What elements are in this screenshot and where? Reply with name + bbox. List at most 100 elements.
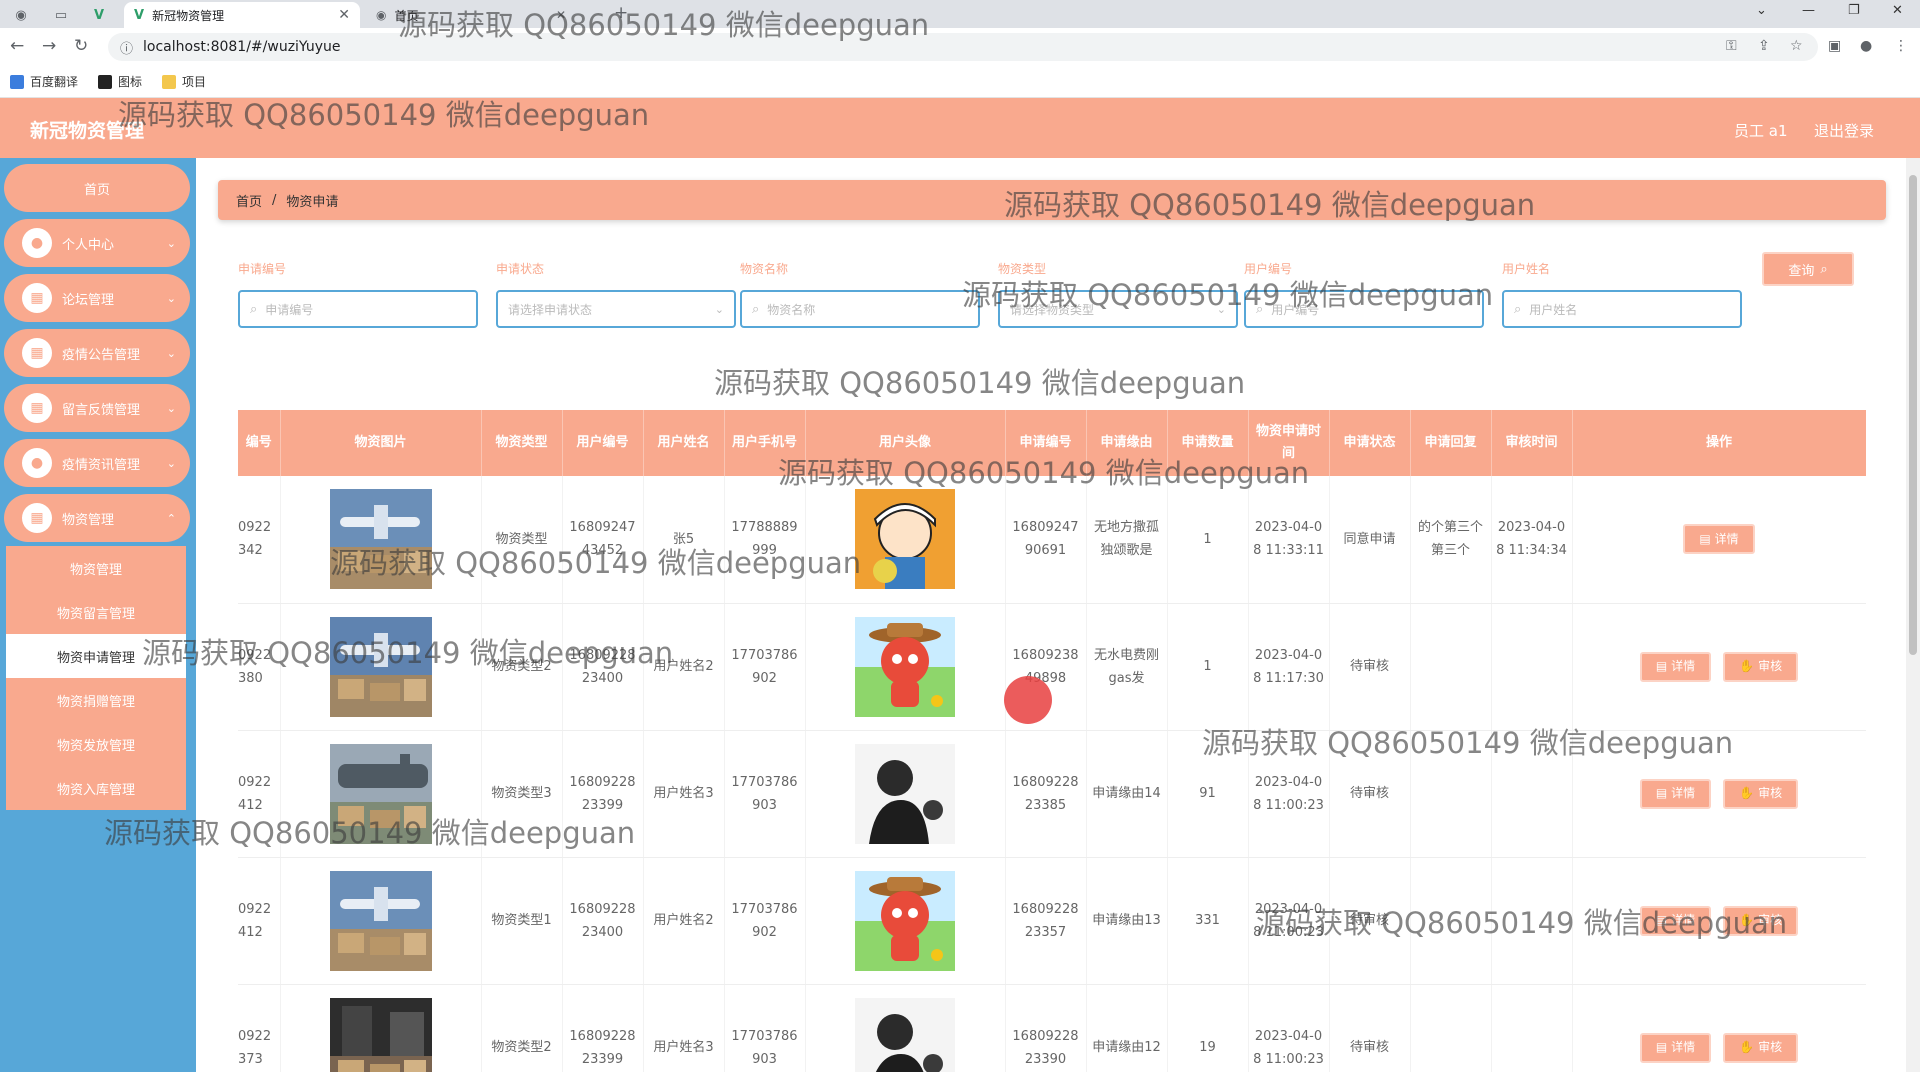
profile-icon[interactable]: ● — [1860, 38, 1872, 54]
column-header: 物资类型 — [481, 410, 563, 476]
key-icon[interactable]: ⚿ — [1726, 38, 1737, 54]
close-tab-icon[interactable]: ✕ — [338, 7, 350, 23]
url-input[interactable]: ⓘ localhost:8081/#/wuziYuyue — [108, 33, 1818, 61]
submenu-supplies[interactable]: 物资管理 — [6, 546, 186, 590]
detail-button[interactable]: ▤ 详情 — [1683, 524, 1755, 555]
sidebar-item-feedback[interactable]: ▦ 留言反馈管理 ⌄ — [4, 384, 190, 432]
close-window-button[interactable]: ✕ — [1892, 3, 1903, 18]
sidebar-item-notice[interactable]: ▦ 疫情公告管理 ⌄ — [4, 329, 190, 377]
cell-reply — [1410, 603, 1492, 731]
grid-icon: ▦ — [22, 503, 52, 533]
cell-id: 0922373 — [238, 984, 281, 1072]
submenu-supplies-message[interactable]: 物资留言管理 — [6, 590, 186, 634]
submenu-supplies-storage[interactable]: 物资入库管理 — [6, 766, 186, 810]
column-header: 申请回复 — [1410, 410, 1492, 476]
supply-name-input[interactable]: ⌕ 物资名称 — [740, 290, 980, 328]
grid-icon: ▦ — [22, 393, 52, 423]
detail-button[interactable]: ▤ 详情 — [1639, 1032, 1712, 1063]
more-menu-icon[interactable]: ⋮ — [1894, 38, 1908, 54]
audit-button[interactable]: ✋ 审核 — [1723, 1032, 1799, 1063]
apply-status-select[interactable]: 请选择申请状态 ⌄ — [496, 290, 736, 328]
supply-photo — [329, 870, 432, 971]
sidebar-item-forum[interactable]: ▦ 论坛管理 ⌄ — [4, 274, 190, 322]
cell-reason: 无地方撒孤独颂歌是 — [1086, 476, 1168, 604]
folder-icon — [162, 74, 177, 89]
sidebar-item-home[interactable]: 首页 — [4, 164, 190, 212]
detail-button[interactable]: ▤ 详情 — [1639, 778, 1712, 809]
search-icon: ⌕ — [752, 301, 760, 317]
back-icon[interactable]: ← — [10, 36, 24, 56]
sidebar-item-personal-center[interactable]: ● 个人中心 ⌄ — [4, 219, 190, 267]
cell-reason: 申请缘由12 — [1086, 984, 1168, 1072]
filter-label: 用户姓名 — [1502, 262, 1551, 276]
cell-reply: 的个第三个第三个 — [1410, 476, 1492, 604]
pinned-tab-icon[interactable]: V — [86, 4, 112, 26]
bookmark-item[interactable]: 项目 — [162, 73, 206, 90]
scrollbar-thumb[interactable] — [1909, 175, 1917, 655]
cell-apply-time: 2023-04-08 11:00:23 — [1248, 984, 1330, 1072]
user-avatar — [855, 489, 955, 590]
submenu-supplies-donate[interactable]: 物资捐赠管理 — [6, 678, 186, 722]
cell-user-name: 用户姓名2 — [643, 857, 725, 985]
restore-button[interactable]: ❐ — [1848, 3, 1860, 18]
cell-qty: 1 — [1167, 603, 1249, 731]
reload-icon[interactable]: ↻ — [74, 36, 88, 56]
share-icon[interactable]: ⇪ — [1758, 38, 1770, 54]
user-icon: ● — [22, 448, 52, 478]
sidebar-item-news[interactable]: ● 疫情资讯管理 ⌄ — [4, 439, 190, 487]
cell-apply-no: 1680922823357 — [1005, 857, 1087, 985]
query-button[interactable]: 查询 ⌕ — [1762, 252, 1854, 286]
cell-qty: 1 — [1167, 476, 1249, 604]
pinned-tab-icon[interactable]: ▭ — [48, 4, 74, 26]
sidebar-item-supplies[interactable]: ▦ 物资管理 ⌃ — [4, 494, 190, 542]
watermark: 源码获取 QQ86050149 微信deepguan — [962, 278, 1494, 312]
column-header: 物资图片 — [280, 410, 482, 476]
globe-icon: ◉ — [376, 8, 387, 22]
cell-apply-no: 1680922823385 — [1005, 730, 1087, 858]
hand-icon: ✋ — [1739, 1040, 1755, 1054]
vue-favicon-icon: V — [134, 7, 145, 23]
detail-button[interactable]: ▤ 详情 — [1639, 651, 1712, 682]
column-header: 用户编号 — [562, 410, 644, 476]
cell-qty: 331 — [1167, 857, 1249, 985]
side-panel-icon[interactable]: ▣ — [1828, 38, 1841, 54]
cell-apply-time: 2023-04-08 11:17:30 — [1248, 603, 1330, 731]
cell-status: 待审核 — [1329, 603, 1411, 731]
cell-avatar — [805, 984, 1006, 1072]
bookmark-star-icon[interactable]: ☆ — [1790, 38, 1803, 54]
apply-no-input[interactable]: ⌕ 申请编号 — [238, 290, 478, 328]
tab-title: 新冠物资管理 — [152, 8, 225, 23]
user-avatar — [855, 743, 955, 844]
search-icon: ⌕ — [1820, 261, 1828, 277]
audit-button[interactable]: ✋ 审核 — [1723, 778, 1799, 809]
site-info-icon[interactable]: ⓘ — [120, 38, 133, 57]
breadcrumb-home[interactable]: 首页 — [236, 191, 262, 210]
cell-reason: 无水电费刚gas发 — [1086, 603, 1168, 731]
cell-phone: 17703786902 — [724, 857, 806, 985]
cell-status: 待审核 — [1329, 984, 1411, 1072]
forward-icon[interactable]: → — [42, 36, 56, 56]
tab-search-icon[interactable]: ⌄ — [1756, 3, 1767, 18]
bookmark-item[interactable]: 百度翻译 — [10, 73, 78, 90]
browser-tab-active[interactable]: V 新冠物资管理 ✕ — [124, 2, 360, 28]
search-icon: ⌕ — [250, 301, 258, 317]
picture-icon — [98, 74, 113, 89]
audit-button[interactable]: ✋ 审核 — [1723, 651, 1799, 682]
chevron-up-icon: ⌃ — [166, 511, 176, 525]
user-name-input[interactable]: ⌕ 用户姓名 — [1502, 290, 1742, 328]
logout-link[interactable]: 退出登录 — [1814, 120, 1874, 141]
watermark: 源码获取 QQ86050149 微信deepguan — [398, 8, 930, 42]
browser-tab-bar: ◉ ▭ V V 新冠物资管理 ✕ ◉ 首页 ✕ + ⌄ — ❐ ✕ — [0, 0, 1920, 28]
pinned-tab-icon[interactable]: ◉ — [8, 4, 34, 26]
cell-status: 同意申请 — [1329, 476, 1411, 604]
cell-reason: 申请缘由14 — [1086, 730, 1168, 858]
cell-user-name: 用户姓名3 — [643, 984, 725, 1072]
bookmark-item[interactable]: 图标 — [98, 73, 142, 90]
user-avatar — [855, 997, 955, 1072]
cursor-highlight — [1004, 676, 1052, 724]
hand-icon: ✋ — [1739, 659, 1755, 673]
minimize-button[interactable]: — — [1802, 3, 1815, 18]
forum-icon: ▦ — [22, 283, 52, 313]
submenu-supplies-distribute[interactable]: 物资发放管理 — [6, 722, 186, 766]
cell-actions: ▤ 详情 — [1572, 476, 1866, 604]
